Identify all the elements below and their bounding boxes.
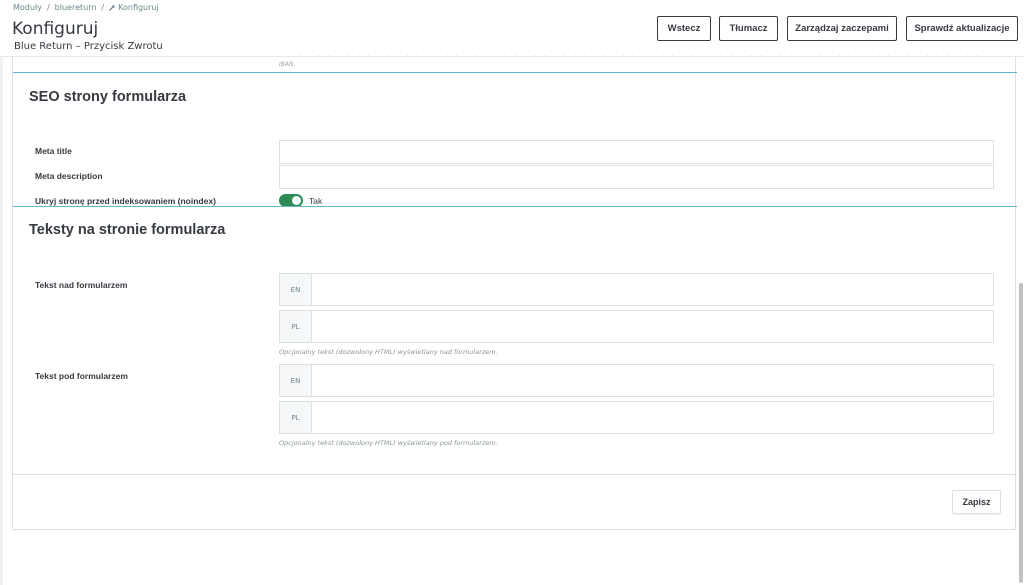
scrollbar-thumb[interactable] — [1019, 283, 1023, 583]
wrench-icon — [109, 4, 116, 11]
text-below-pl-field: PL — [279, 401, 994, 434]
meta-title-input[interactable] — [279, 140, 994, 164]
text-below-en-field: EN — [279, 364, 994, 397]
text-below-en-input[interactable] — [312, 365, 993, 396]
meta-title-label: Meta title — [35, 146, 72, 156]
language-code: EN — [280, 274, 312, 305]
language-code: PL — [280, 311, 312, 342]
breadcrumb: Moduły / bluereturn / Konfiguruj — [13, 3, 159, 12]
text-above-pl-input[interactable] — [312, 311, 993, 342]
text-above-label: Tekst nad formularzem — [35, 280, 128, 290]
text-above-en-input[interactable] — [312, 274, 993, 305]
breadcrumb-item-current-label: Konfiguruj — [118, 3, 159, 12]
breadcrumb-separator: / — [101, 3, 105, 12]
cut-off-text-fragment: · · · · · · · · · · · · · · · · · · · · … — [279, 53, 989, 59]
translate-button[interactable]: Tłumacz — [719, 16, 778, 41]
back-button[interactable]: Wstecz — [657, 16, 711, 41]
breadcrumb-item-modules[interactable]: Moduły — [13, 3, 42, 12]
section-divider — [13, 72, 1017, 73]
cut-off-help-text: IBAN. — [279, 61, 296, 68]
texts-section-title: Teksty na stronie formularza — [29, 222, 226, 238]
breadcrumb-separator: / — [46, 3, 50, 12]
left-gutter — [0, 57, 3, 585]
text-above-en-field: EN — [279, 273, 994, 306]
meta-description-input[interactable] — [279, 165, 994, 189]
section-divider — [13, 206, 1017, 207]
toggle-knob — [292, 196, 301, 205]
text-above-pl-field: PL — [279, 310, 994, 343]
text-below-pl-input[interactable] — [312, 402, 993, 433]
text-below-help: Opcjonalny tekst (dozwolony HTML) wyświe… — [279, 439, 498, 447]
page-title: Konfiguruj — [12, 19, 99, 39]
language-code: EN — [280, 365, 312, 396]
breadcrumb-item-module[interactable]: bluereturn — [55, 3, 97, 12]
save-button[interactable]: Zapisz — [952, 490, 1001, 514]
page-subtitle: Blue Return – Przycisk Zwrotu — [14, 41, 163, 52]
config-panel: · · · · · · · · · · · · · · · · · · · · … — [12, 53, 1017, 530]
language-code: PL — [280, 402, 312, 433]
noindex-label: Ukryj stronę przed indeksowaniem (noinde… — [35, 196, 216, 206]
page-header: Moduły / bluereturn / Konfiguruj Konfigu… — [0, 0, 1024, 57]
panel-footer-divider — [13, 474, 1017, 475]
breadcrumb-item-current: Konfiguruj — [109, 3, 159, 12]
noindex-state-label: Tak — [309, 196, 323, 206]
text-above-help: Opcjonalny tekst (dozwolony HTML) wyświe… — [279, 348, 498, 356]
manage-hooks-button[interactable]: Zarządzaj zaczepami — [787, 16, 897, 41]
text-below-label: Tekst pod formularzem — [35, 371, 128, 381]
seo-section-title: SEO strony formularza — [29, 89, 187, 105]
meta-description-label: Meta description — [35, 171, 103, 181]
check-updates-button[interactable]: Sprawdź aktualizacje — [906, 16, 1018, 41]
